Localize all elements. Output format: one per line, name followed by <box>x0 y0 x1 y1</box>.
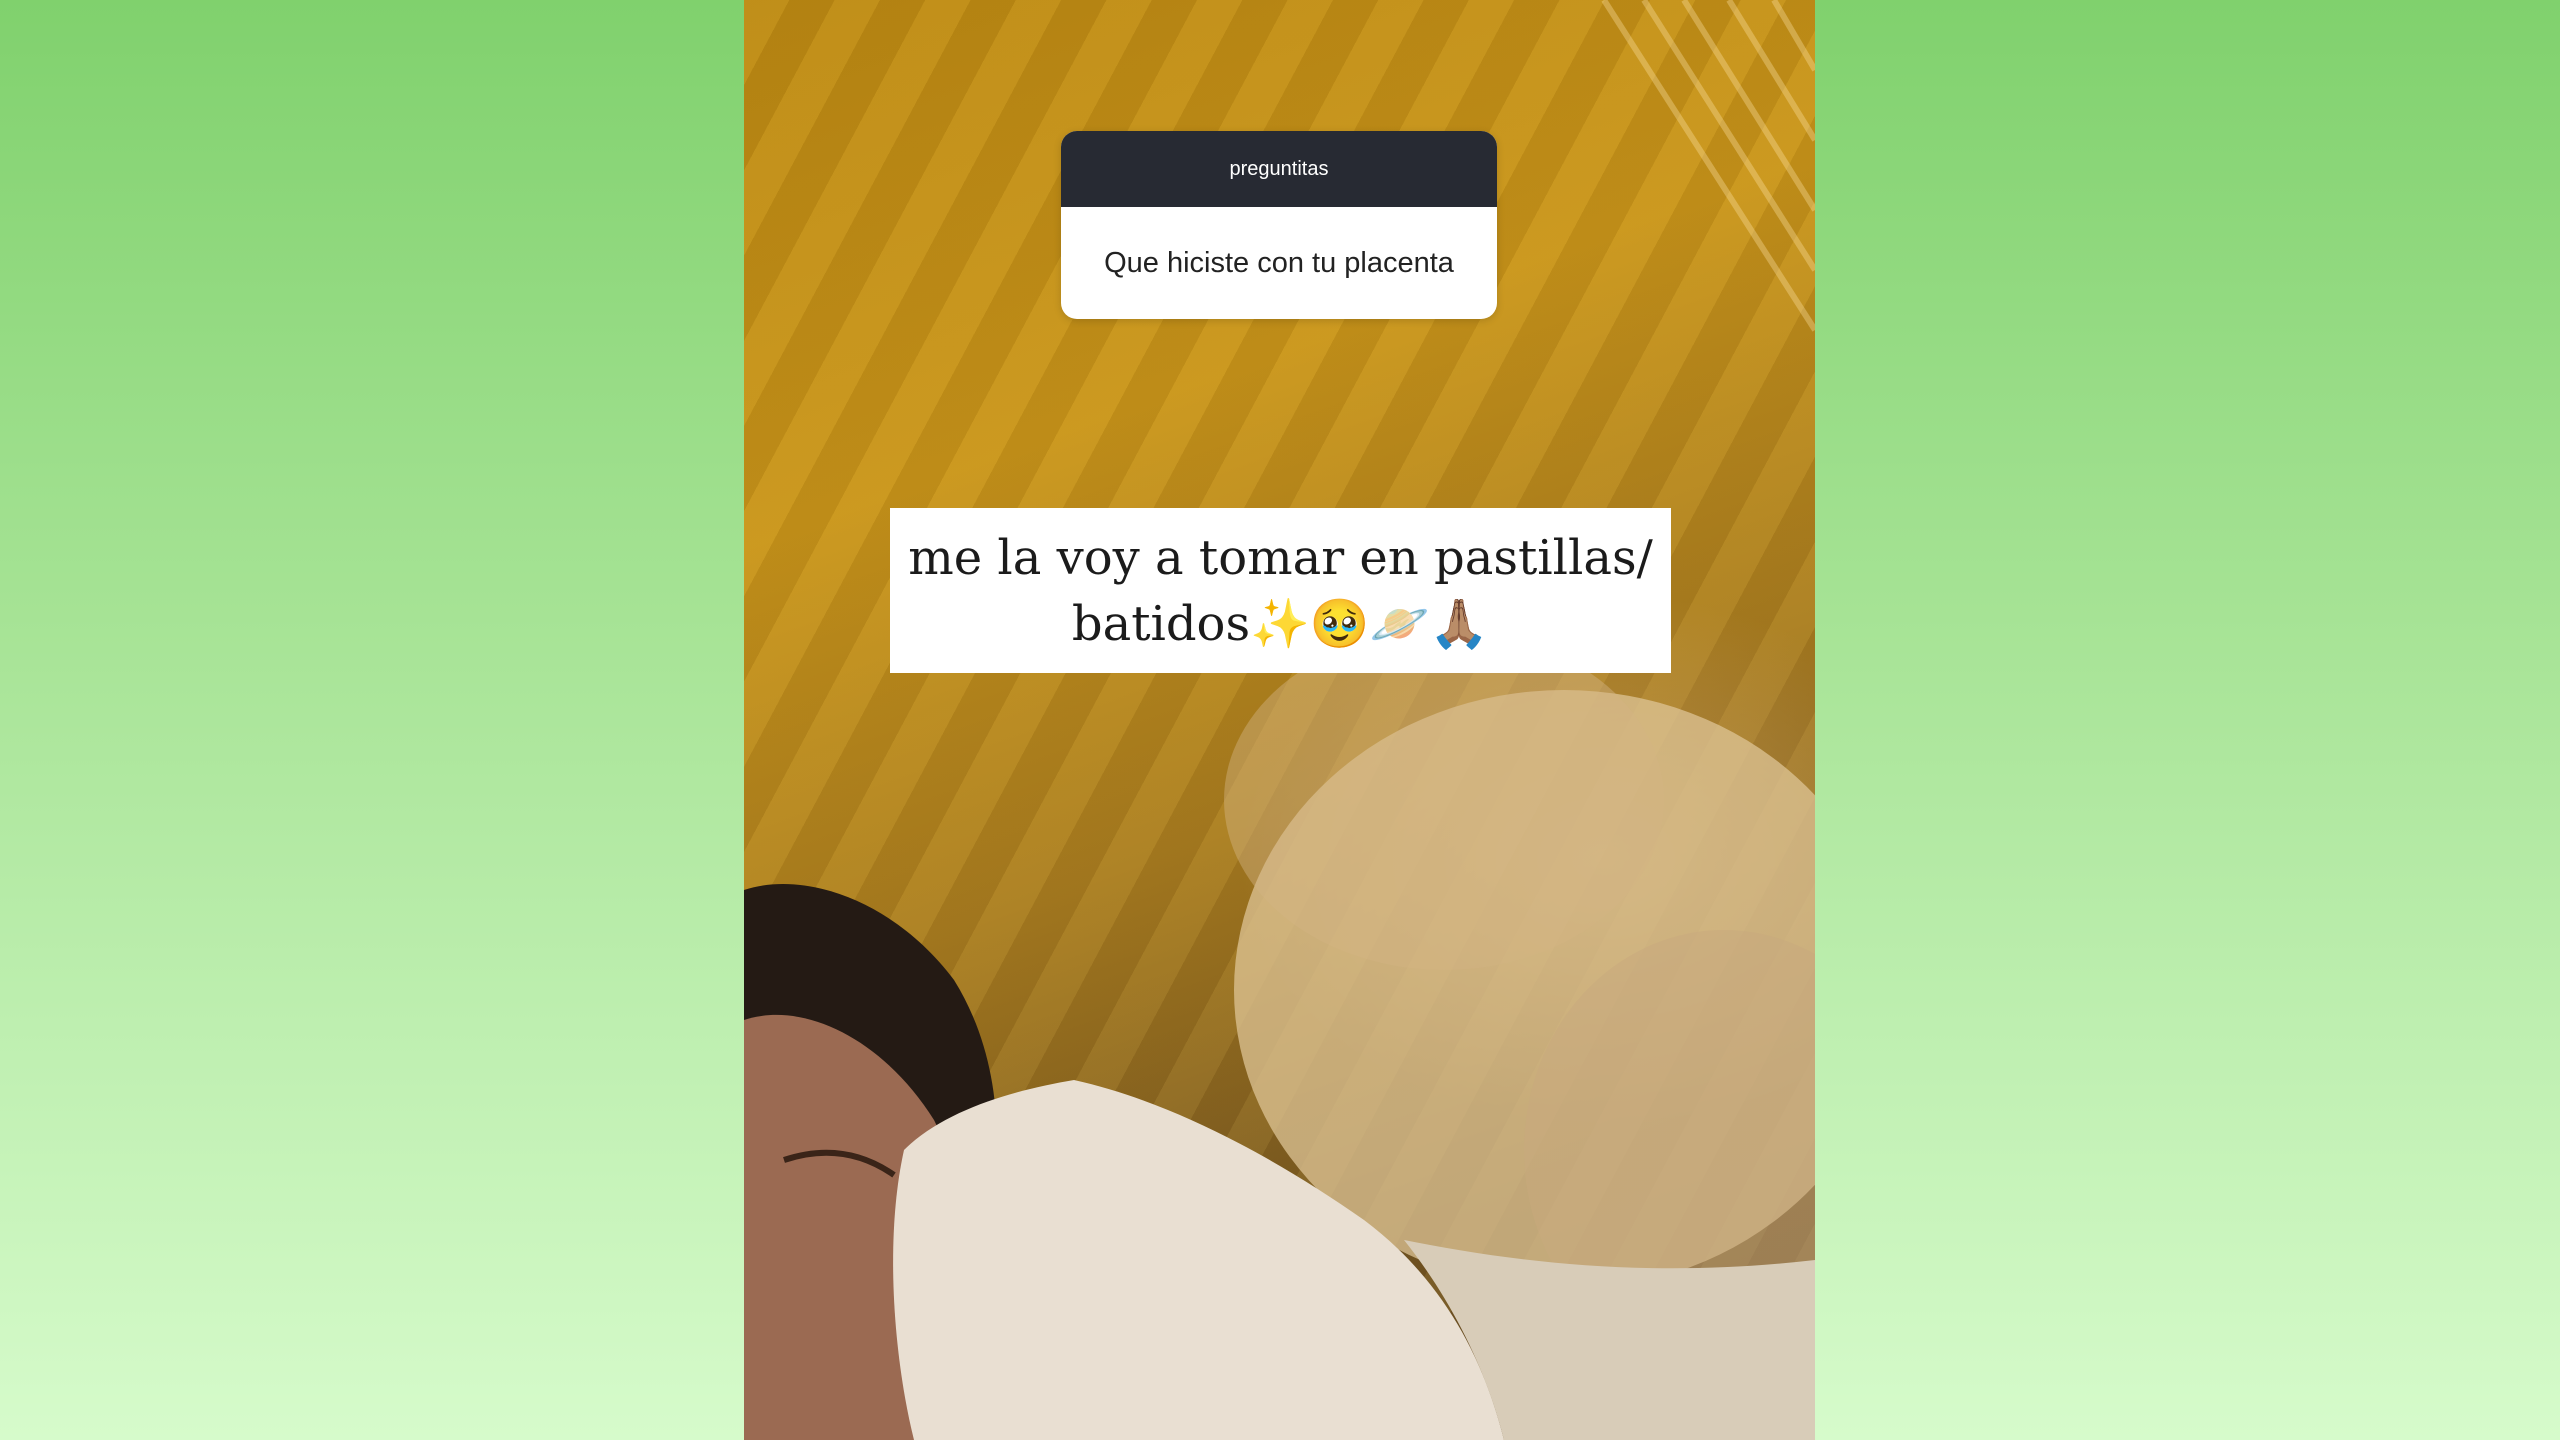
answer-text-box: me la voy a tomar en pastillas/ batidos✨… <box>890 508 1671 673</box>
story-viewer[interactable]: preguntitas Que hiciste con tu placenta … <box>744 0 1815 1440</box>
question-sticker[interactable]: preguntitas Que hiciste con tu placenta <box>1061 131 1497 319</box>
answer-line-1: me la voy a tomar en pastillas/ <box>908 529 1653 586</box>
question-sticker-header: preguntitas <box>1061 131 1497 207</box>
answer-line-2: batidos✨🥹🪐🙏🏽 <box>1071 595 1490 652</box>
curtain <box>1601 0 1815 332</box>
question-text: Que hiciste con tu placenta <box>1104 246 1454 279</box>
